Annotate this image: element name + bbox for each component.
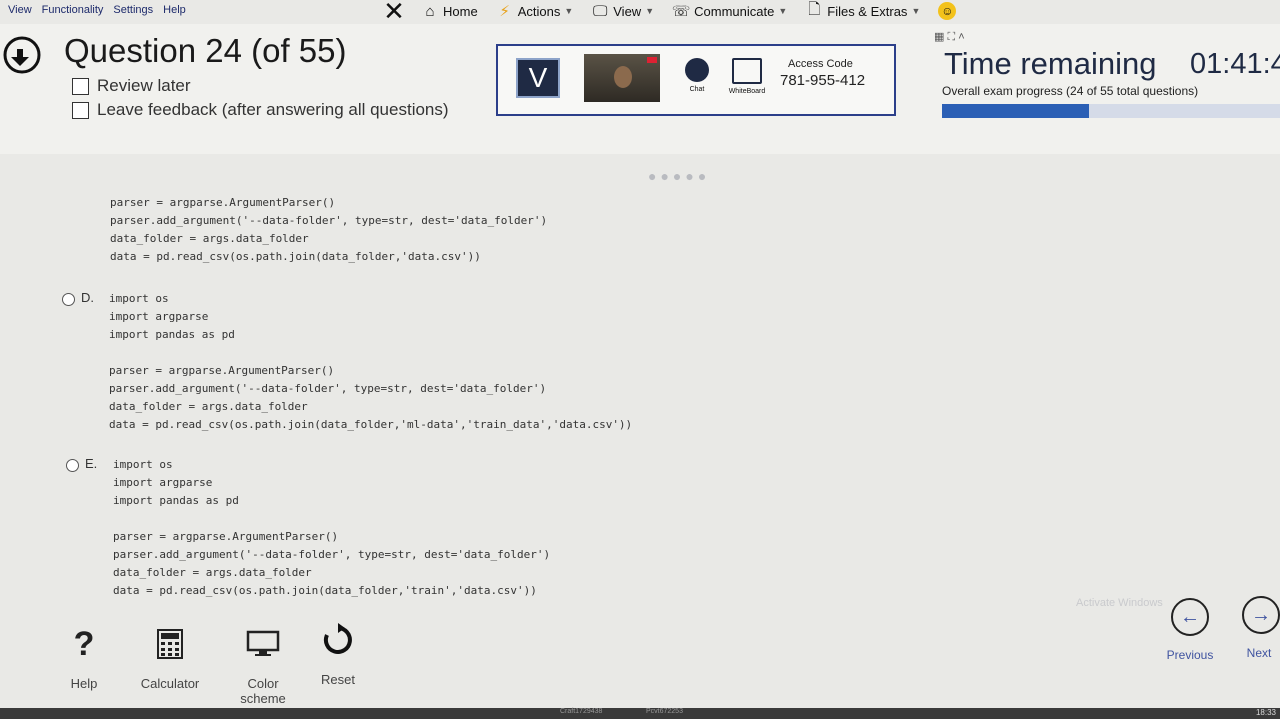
chevron-down-icon: ▼ [778,6,788,16]
phone-icon: ☏ [671,3,691,20]
question-content: parser = argparse.ArgumentParser() parse… [0,160,1280,630]
color-scheme-button[interactable]: Color scheme [228,626,298,706]
option-e-code: import os import argparse import pandas … [113,458,551,597]
reset-button[interactable]: Reset [306,622,370,687]
reset-icon [306,622,370,658]
meeting-toolbar: ✕ ⌂ Home ⚡ Actions ▼ 🖵 View ▼ ☏ Communic… [383,0,1280,26]
menu-functionality[interactable]: Functionality [42,4,104,16]
calculator-label: Calculator [140,676,200,691]
webcam-face [614,66,632,88]
question-title: Question 24 (of 55) [64,32,347,69]
taskbar-clock: 18:33 [1255,708,1276,717]
communicate-menu[interactable]: ☏ Communicate ▼ [671,2,788,20]
question-mark-icon: ? [73,624,95,663]
calculator-button[interactable]: Calculator [130,626,210,691]
option-d-radio[interactable] [62,293,75,306]
exam-progress-bar [942,104,1280,118]
exam-progress-text: Overall exam progress (24 of 55 total qu… [942,84,1199,98]
option-c-code: parser = argparse.ArgumentParser() parse… [110,196,548,263]
record-indicator [647,57,657,63]
home-label: Home [443,3,478,19]
next-button[interactable]: → Next [1238,596,1280,660]
previous-label: Previous [1166,648,1214,662]
back-button[interactable] [0,36,44,74]
window-controls[interactable]: ▦ ⛶ ˄ [934,30,965,44]
actions-label: Actions [517,3,561,19]
chevron-down-icon: ▼ [645,6,655,16]
checkbox-box[interactable] [72,77,89,95]
home-button[interactable]: ⌂ Home [421,2,478,20]
smiley-icon[interactable]: ☺ [938,2,957,20]
help-label: Help [70,676,98,691]
chat-icon [685,58,709,82]
calculator-icon [130,626,210,662]
next-label: Next [1246,646,1272,660]
actions-menu[interactable]: ⚡ Actions ▼ [496,2,574,20]
chat-label: Chat [689,86,705,93]
files-label: Files & Extras [827,3,908,19]
exam-progress-fill [942,104,1090,118]
help-button[interactable]: ? Help [62,624,106,692]
app-menubar: View Functionality Settings Help [0,0,388,20]
previous-button[interactable]: ← Previous [1160,598,1220,662]
chat-button[interactable]: Chat [680,58,714,93]
option-e-radio[interactable] [66,459,79,472]
exam-header: Question 24 (of 55) Review later Leave f… [0,24,1280,154]
lightning-icon: ⚡ [499,3,510,20]
chevron-down-icon: ▼ [911,6,921,16]
time-remaining-label: Time remaining [944,46,1157,81]
whiteboard-button[interactable]: WhiteBoard [722,58,772,95]
arrow-right-icon: → [1242,596,1280,634]
menu-help[interactable]: Help [163,4,186,16]
files-menu[interactable]: 🗋 Files & Extras ▼ [805,0,921,20]
color-scheme-label: Color scheme [240,676,286,706]
whiteboard-icon [732,58,762,84]
leave-feedback-checkbox[interactable]: Leave feedback (after answering all ques… [72,100,449,120]
reset-label: Reset [321,672,355,687]
review-later-checkbox[interactable]: Review later [72,76,191,96]
checkbox-box[interactable] [72,101,89,119]
arrow-left-icon: ← [1171,598,1209,636]
taskbar-item[interactable]: Craft1729438 [560,708,602,715]
time-remaining-value: 01:41:4 [1190,48,1280,80]
back-arrow-icon [3,36,41,74]
chevron-down-icon: ▼ [564,6,574,16]
leave-feedback-label: Leave feedback (after answering all ques… [97,100,449,119]
files-icon: 🗋 [808,0,821,18]
windows-watermark: Activate Windows [1076,597,1163,609]
view-menu[interactable]: 🖵 View ▼ [591,2,654,20]
option-d[interactable]: D. import os import argparse import pand… [62,290,632,434]
access-code-value: 781-955-412 [780,72,866,89]
webcam-preview [584,54,660,102]
communicate-label: Communicate [694,3,775,19]
video-conference-panel: V Chat WhiteBoard Access Code 781-955-41… [496,44,896,116]
menu-view[interactable]: View [8,4,32,16]
option-d-code: import os import argparse import pandas … [109,292,633,431]
view-label: View [613,3,642,19]
monitor-icon: 🖵 [593,2,608,20]
windows-taskbar: Craft1729438 Pcvt672253 18:33 [0,708,1280,719]
monitor-icon [228,626,298,662]
bottom-toolbar: ? Help Calculator Color scheme Reset ← P… [0,596,1280,710]
close-icon[interactable]: ✕ [383,0,405,26]
access-code-label: Access Code [788,58,853,70]
review-later-label: Review later [97,76,191,95]
option-e-letter: E. [85,456,98,471]
menu-settings[interactable]: Settings [113,4,153,16]
option-e[interactable]: E. import os import argparse import pand… [66,456,550,600]
home-icon: ⌂ [425,2,435,20]
option-d-letter: D. [81,290,94,305]
taskbar-item[interactable]: Pcvt672253 [646,708,683,715]
whiteboard-label: WhiteBoard [728,88,766,95]
vlogo[interactable]: V [516,58,560,98]
